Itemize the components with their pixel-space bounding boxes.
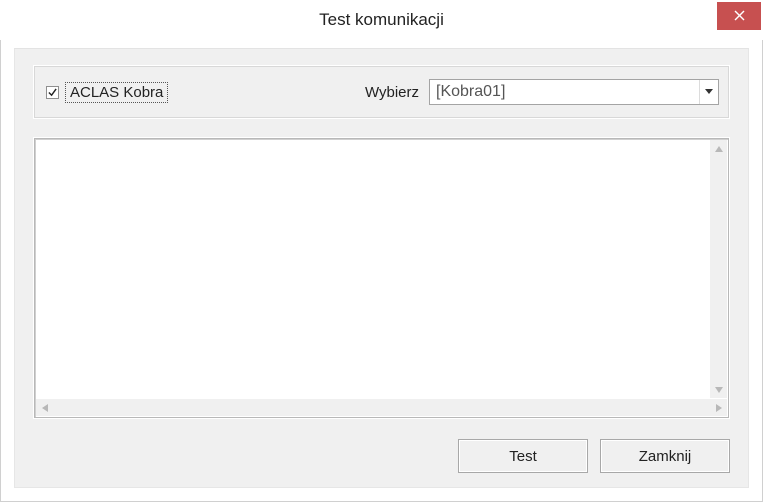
close-icon: [734, 8, 745, 24]
button-row: Test Zamknij: [458, 439, 730, 473]
dialog-window: Test komunikacji ACLAS Kobra Wybierz [Ko…: [0, 0, 763, 502]
scroll-up-icon: [710, 140, 727, 157]
device-group: ACLAS Kobra Wybierz [Kobra01]: [33, 65, 730, 119]
select-label: Wybierz: [365, 84, 419, 101]
test-button[interactable]: Test: [458, 439, 588, 473]
scroll-right-icon: [710, 399, 727, 416]
horizontal-scrollbar[interactable]: [36, 399, 727, 416]
window-title: Test komunikacji: [0, 10, 763, 30]
device-select-value: [Kobra01]: [430, 83, 699, 101]
vertical-scrollbar[interactable]: [710, 140, 727, 398]
scroll-left-icon: [36, 399, 53, 416]
device-checkbox[interactable]: ACLAS Kobra: [46, 82, 168, 103]
titlebar: Test komunikacji: [0, 0, 763, 40]
scroll-down-icon: [710, 381, 727, 398]
checkbox-box-icon: [46, 86, 59, 99]
device-select[interactable]: [Kobra01]: [429, 79, 719, 105]
close-button[interactable]: Zamknij: [600, 439, 730, 473]
client-area: ACLAS Kobra Wybierz [Kobra01]: [14, 48, 749, 488]
close-window-button[interactable]: [717, 2, 761, 30]
device-checkbox-label: ACLAS Kobra: [65, 82, 168, 103]
log-output: [33, 137, 730, 419]
chevron-down-icon: [699, 80, 718, 104]
